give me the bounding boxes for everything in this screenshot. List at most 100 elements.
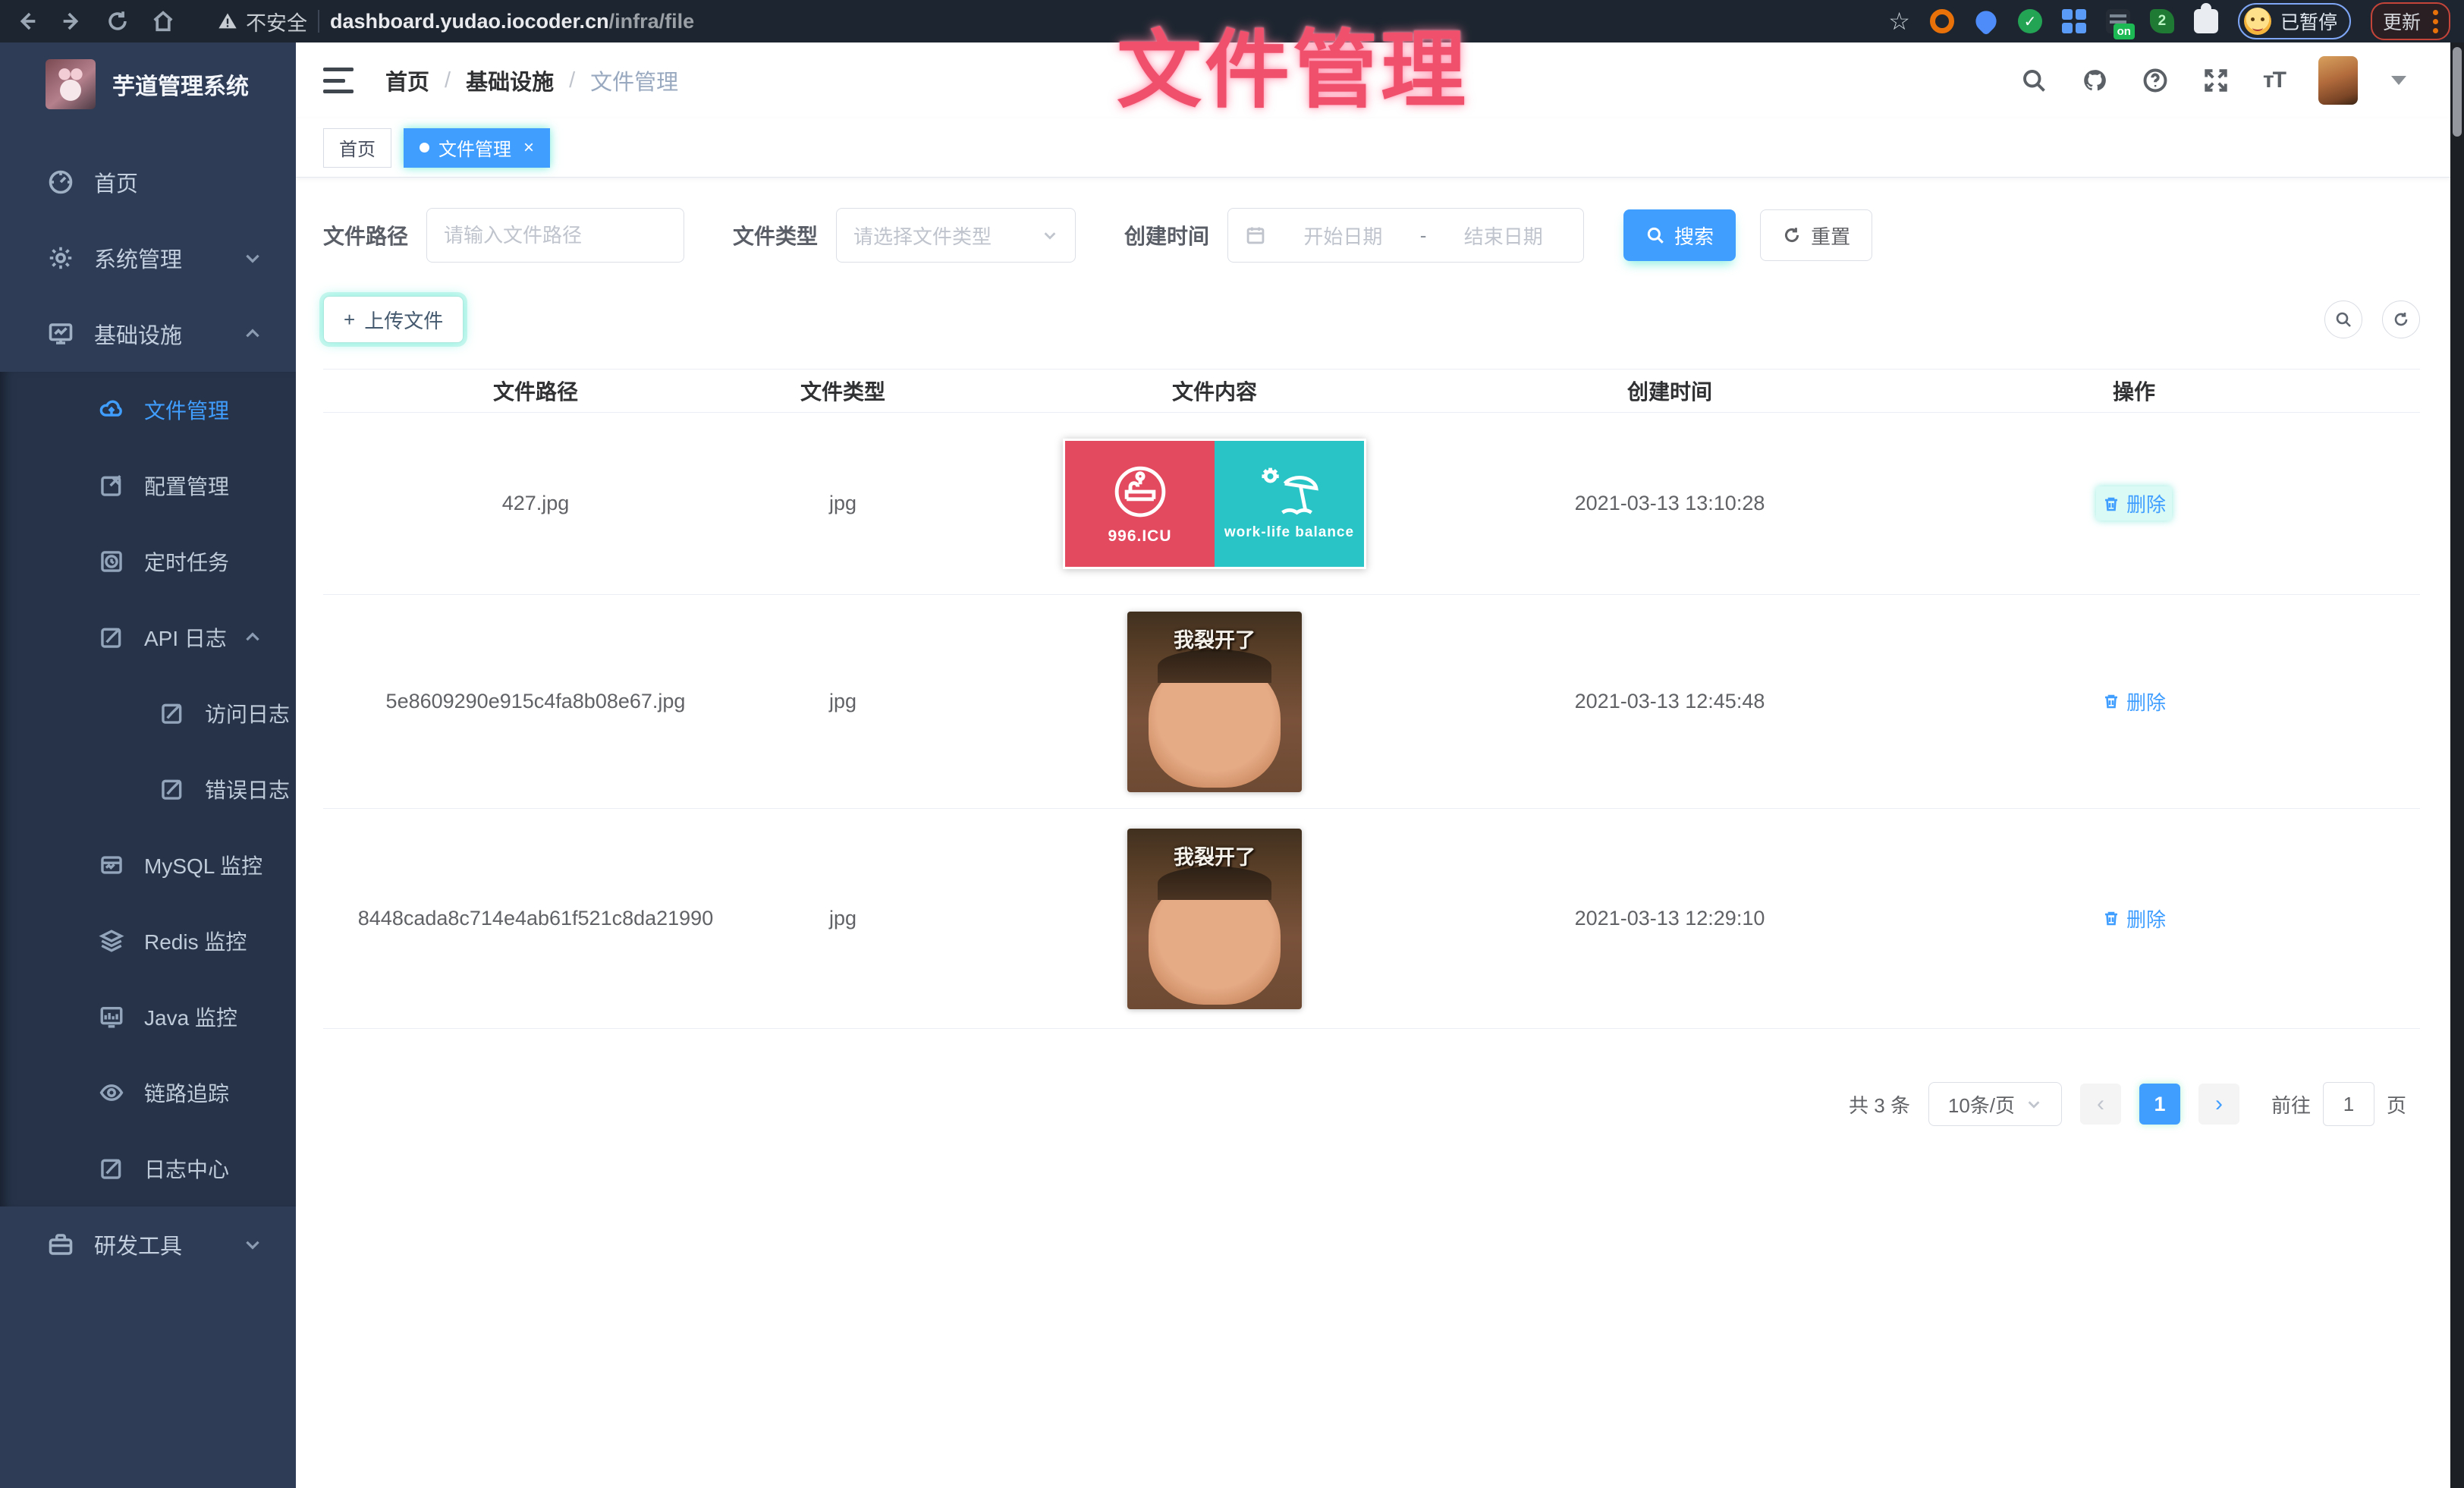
file-thumbnail-996icu[interactable]: 996.ICU work-life balance — [1063, 439, 1366, 569]
log-edit-icon — [99, 624, 124, 650]
page-size-value: 10条/页 — [1948, 1090, 2015, 1118]
browser-menu-icon[interactable] — [2433, 10, 2438, 33]
pagination-total: 共 3 条 — [1849, 1090, 1910, 1118]
trash-icon — [2102, 495, 2120, 513]
user-avatar[interactable] — [2318, 56, 2358, 105]
sidebar-item-config-manage[interactable]: 配置管理 — [0, 448, 296, 524]
sidebar-item-trace[interactable]: 链路追踪 — [0, 1055, 296, 1131]
extension-drop-icon[interactable] — [1972, 7, 2000, 36]
security-warning[interactable]: 不安全 — [217, 7, 307, 36]
profile-paused-badge[interactable]: 已暂停 — [2238, 3, 2351, 39]
delete-button[interactable]: 删除 — [2102, 687, 2166, 716]
file-thumbnail-baby-meme[interactable]: 我裂开了 — [1127, 829, 1302, 1009]
meme-caption: 我裂开了 — [1127, 841, 1302, 870]
sidebar-item-api-log[interactable]: API 日志 — [0, 599, 296, 675]
sidebar-item-dev-tools[interactable]: 研发工具 — [0, 1206, 296, 1282]
sidebar-item-home[interactable]: 首页 — [0, 144, 296, 220]
toggle-search-button[interactable] — [2324, 300, 2362, 338]
extension-on-icon[interactable]: on — [2106, 9, 2130, 33]
scrollbar-thumb[interactable] — [2453, 47, 2462, 137]
next-page-button[interactable]: › — [2198, 1084, 2239, 1125]
extension-leaf-icon[interactable]: 2 — [2150, 9, 2174, 33]
bookmark-star-icon[interactable]: ☆ — [1888, 9, 1910, 33]
sidebar-item-error-log[interactable]: 错误日志 — [0, 751, 296, 827]
cell-file-type: jpg — [748, 690, 938, 713]
eye-icon — [99, 1080, 124, 1106]
cell-actions: 删除 — [1848, 904, 2420, 933]
tag-home[interactable]: 首页 — [323, 128, 391, 168]
gear-icon — [47, 244, 74, 272]
extension-grid-icon[interactable] — [2062, 9, 2086, 33]
security-label: 不安全 — [246, 7, 307, 36]
column-header-path: 文件路径 — [323, 376, 748, 406]
sidebar-item-label: Redis 监控 — [144, 926, 247, 956]
file-type-select[interactable]: 请选择文件类型 — [836, 208, 1076, 263]
sidebar-item-mysql-monitor[interactable]: MySQL 监控 — [0, 827, 296, 903]
header-search-icon[interactable] — [2020, 67, 2048, 94]
breadcrumb-home[interactable]: 首页 — [385, 64, 429, 96]
breadcrumb-separator: / — [569, 68, 575, 93]
current-page-button[interactable]: 1 — [2139, 1084, 2180, 1125]
file-type-placeholder: 请选择文件类型 — [853, 222, 992, 250]
sidebar-item-redis-monitor[interactable]: Redis 监控 — [0, 903, 296, 979]
upload-file-button[interactable]: + 上传文件 — [323, 296, 464, 343]
meme-caption: 我裂开了 — [1127, 624, 1302, 653]
sidebar-logo[interactable]: 芋道管理系统 — [0, 42, 296, 124]
refresh-table-button[interactable] — [2382, 300, 2420, 338]
search-button[interactable]: 搜索 — [1623, 209, 1736, 261]
file-thumbnail-baby-meme[interactable]: 我裂开了 — [1127, 612, 1302, 792]
table-row: 427.jpg jpg 996.ICU work-life balance — [323, 413, 2420, 595]
address-bar[interactable]: 不安全 dashboard.yudao.iocoder.cn/infra/fil… — [217, 7, 694, 36]
delete-button[interactable]: 删除 — [2102, 904, 2166, 933]
sidebar-item-scheduled-jobs[interactable]: 定时任务 — [0, 524, 296, 599]
extensions-puzzle-icon[interactable] — [2194, 9, 2218, 33]
sidebar-item-label: 链路追踪 — [144, 1077, 229, 1108]
sidebar-item-java-monitor[interactable]: Java 监控 — [0, 979, 296, 1055]
browser-profile-avatar — [2244, 8, 2271, 35]
browser-update-button[interactable]: 更新 — [2371, 2, 2450, 40]
date-range-picker[interactable]: 开始日期 - 结束日期 — [1227, 208, 1584, 263]
table-row: 8448cada8c714e4ab61f521c8da21990 jpg 我裂开… — [323, 809, 2420, 1029]
breadcrumb-infra[interactable]: 基础设施 — [466, 64, 554, 96]
tag-label: 首页 — [339, 134, 376, 161]
table-toolbar: + 上传文件 — [323, 296, 2420, 343]
help-icon[interactable] — [2142, 67, 2169, 94]
column-header-content: 文件内容 — [938, 376, 1491, 406]
page-scrollbar[interactable] — [2450, 42, 2464, 1488]
browser-forward-icon[interactable] — [59, 8, 85, 34]
browser-back-icon[interactable] — [14, 8, 39, 34]
goto-page-input[interactable] — [2323, 1082, 2374, 1126]
sidebar-item-infra[interactable]: 基础设施 — [0, 296, 296, 372]
browser-chrome: 不安全 dashboard.yudao.iocoder.cn/infra/fil… — [0, 0, 2464, 42]
file-path-input[interactable] — [444, 224, 667, 247]
url-domain: dashboard.yudao.iocoder.cn — [330, 10, 609, 33]
chevron-down-icon — [1042, 227, 1058, 244]
tag-file-manage[interactable]: 文件管理 × — [404, 128, 550, 168]
tag-close-icon[interactable]: × — [523, 137, 534, 159]
cell-created-time: 2021-03-13 13:10:28 — [1491, 492, 1848, 515]
page-size-select[interactable]: 10条/页 — [1928, 1082, 2062, 1126]
github-icon[interactable] — [2081, 67, 2108, 94]
extension-icon[interactable] — [1930, 9, 1954, 33]
sidebar-item-file-manage[interactable]: 文件管理 — [0, 372, 296, 448]
cell-created-time: 2021-03-13 12:45:48 — [1491, 690, 1848, 713]
prev-page-button[interactable]: ‹ — [2080, 1084, 2121, 1125]
log-edit-icon — [159, 776, 185, 802]
goto-page: 前往 页 — [2271, 1082, 2406, 1126]
browser-home-icon[interactable] — [150, 8, 176, 34]
cell-actions: 删除 — [1848, 687, 2420, 716]
fullscreen-icon[interactable] — [2202, 67, 2230, 94]
user-menu-caret-icon[interactable] — [2391, 76, 2406, 85]
reset-button[interactable]: 重置 — [1760, 209, 1872, 261]
font-size-icon[interactable]: тT — [2263, 68, 2285, 93]
extension-check-icon[interactable]: ✓ — [2018, 9, 2042, 33]
sidebar-item-access-log[interactable]: 访问日志 — [0, 675, 296, 751]
tag-label: 文件管理 — [438, 134, 511, 161]
sidebar-item-system[interactable]: 系统管理 — [0, 220, 296, 296]
delete-button[interactable]: 删除 — [2096, 486, 2172, 521]
sidebar-toggle-icon[interactable] — [323, 68, 354, 93]
delete-label: 删除 — [2126, 904, 2166, 933]
table-header-row: 文件路径 文件类型 文件内容 创建时间 操作 — [323, 369, 2420, 413]
sidebar-item-log-center[interactable]: 日志中心 — [0, 1131, 296, 1206]
browser-reload-icon[interactable] — [105, 8, 130, 34]
